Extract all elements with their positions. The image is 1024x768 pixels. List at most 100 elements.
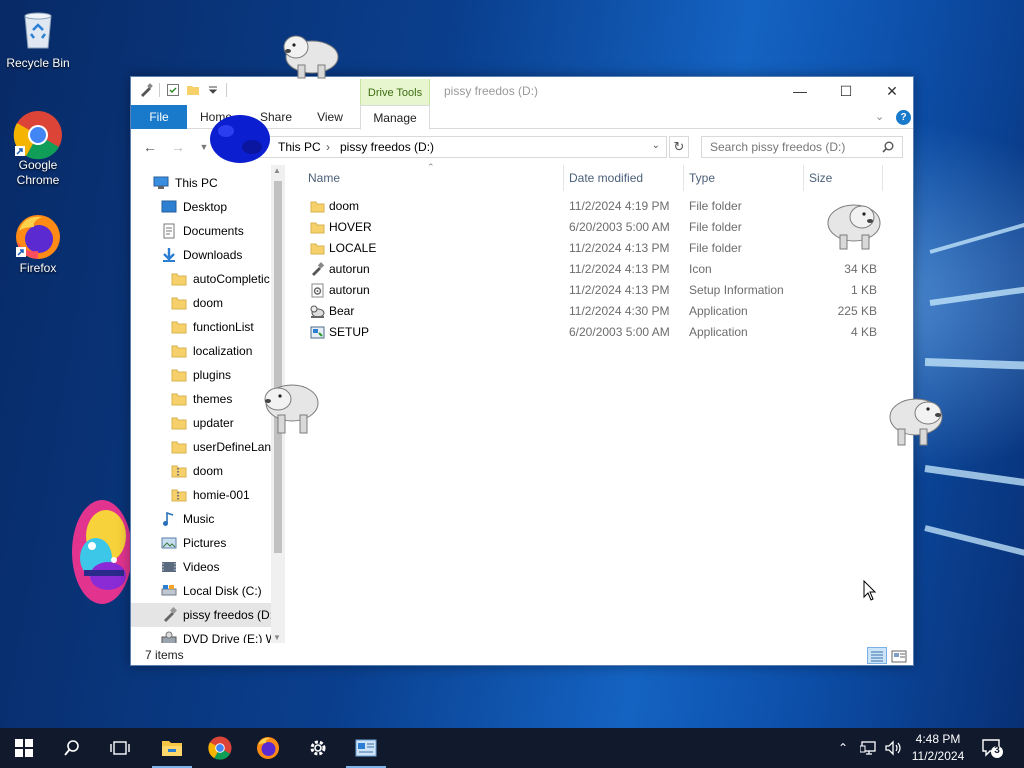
sidebar-item-folder[interactable]: functionList	[171, 315, 254, 339]
tab-file[interactable]: File	[131, 105, 187, 129]
column-header-name[interactable]: Name	[308, 165, 340, 191]
light-beam	[924, 525, 1024, 560]
scrollbar-thumb[interactable]	[274, 181, 282, 553]
table-row[interactable]: LOCALE 11/2/2024 4:13 PM File folder	[307, 238, 887, 259]
firefox-icon	[257, 737, 279, 759]
help-icon[interactable]: ?	[896, 110, 911, 125]
taskbar-chrome[interactable]	[196, 728, 244, 768]
column-header-size[interactable]: Size	[809, 165, 832, 191]
taskbar-settings[interactable]	[294, 728, 342, 768]
scroll-down-icon[interactable]: ▼	[273, 633, 281, 642]
breadcrumb-separator[interactable]: ›	[326, 140, 330, 154]
folder-icon	[171, 321, 187, 334]
table-row[interactable]: Bear 11/2/2024 4:30 PM Application 225 K…	[307, 301, 887, 322]
breadcrumb-drive[interactable]: pissy freedos (D:)	[340, 140, 434, 154]
search-input[interactable]: Search pissy freedos (D:)	[701, 136, 903, 158]
sidebar-item-dvd-drive[interactable]: DVD Drive (E:) W	[161, 627, 277, 643]
sidebar-item-downloads[interactable]: Downloads	[161, 243, 242, 267]
title-bar[interactable]: Drive Tools pissy freedos (D:) — ☐ ✕	[131, 77, 915, 107]
large-icons-view-icon[interactable]	[891, 648, 907, 663]
search-icon	[64, 740, 79, 756]
maximize-button[interactable]: ☐	[823, 77, 869, 105]
volume-icon[interactable]	[884, 728, 902, 768]
column-header-type[interactable]: Type	[689, 165, 715, 191]
setup-app-icon	[310, 326, 325, 339]
file-type: File folder	[689, 199, 742, 213]
taskbar-file-explorer[interactable]	[148, 728, 196, 768]
folder-icon	[171, 441, 187, 454]
refresh-button[interactable]: ↻	[669, 136, 689, 158]
usb-drive-icon[interactable]	[139, 83, 153, 97]
desktop-icon-firefox[interactable]: Firefox	[0, 213, 76, 276]
sidebar-item-zip[interactable]: doom	[171, 459, 223, 483]
sidebar-item-folder[interactable]: localization	[171, 339, 252, 363]
sidebar-item-music[interactable]: Music	[161, 507, 214, 531]
close-button[interactable]: ✕	[869, 77, 915, 105]
search-button[interactable]	[48, 728, 96, 768]
scroll-up-icon[interactable]: ▲	[273, 166, 281, 175]
column-header-date[interactable]: Date modified	[569, 165, 643, 191]
tab-view[interactable]: View	[307, 105, 353, 129]
sidebar-item-usb-drive[interactable]: pissy freedos (D:	[131, 603, 285, 627]
taskbar-firefox[interactable]	[244, 728, 292, 768]
file-explorer-icon	[162, 741, 182, 756]
file-date: 11/2/2024 4:13 PM	[569, 241, 670, 255]
taskbar-clock[interactable]: 4:48 PM 11/2/2024	[906, 731, 970, 765]
file-name: doom	[329, 199, 360, 213]
address-bar[interactable]: This PC › pissy freedos (D:) ⌄	[237, 136, 667, 158]
sidebar-item-desktop[interactable]: Desktop	[161, 195, 227, 219]
sidebar-item-folder[interactable]: themes	[171, 387, 232, 411]
details-view-icon[interactable]	[867, 647, 887, 664]
file-size: 4 KB	[850, 325, 877, 339]
sidebar-item-folder[interactable]: doom	[171, 291, 223, 315]
pictures-icon	[161, 537, 177, 549]
tab-manage[interactable]: Manage	[360, 105, 430, 130]
sidebar-item-folder[interactable]: plugins	[171, 363, 231, 387]
table-row[interactable]: SETUP 6/20/2003 5:00 AM Application 4 KB	[307, 322, 887, 343]
table-row[interactable]: autorun 11/2/2024 4:13 PM Setup Informat…	[307, 280, 887, 301]
column-divider[interactable]	[803, 165, 804, 191]
task-view-button[interactable]	[96, 728, 144, 768]
notification-badge: 3	[994, 745, 1000, 756]
blue-blob-sprite	[208, 111, 272, 170]
breadcrumb-this-pc[interactable]: This PC	[278, 140, 321, 154]
forward-button[interactable]: →	[167, 137, 189, 157]
expand-ribbon-icon[interactable]: ⌄	[875, 110, 884, 123]
search-icon[interactable]	[882, 141, 894, 153]
column-divider[interactable]	[882, 165, 883, 191]
desktop-icon-recycle-bin[interactable]: Recycle Bin	[0, 8, 76, 71]
back-button[interactable]: ←	[139, 137, 161, 157]
folder-icon	[171, 345, 187, 358]
table-row[interactable]: autorun 11/2/2024 4:13 PM Icon 34 KB	[307, 259, 887, 280]
sidebar-item-zip[interactable]: homie-001	[171, 483, 250, 507]
taskbar-setup-app[interactable]	[342, 728, 390, 768]
chevron-down-icon[interactable]: ⌄	[652, 140, 660, 151]
minimize-button[interactable]: —	[777, 77, 823, 105]
start-button[interactable]	[0, 728, 48, 768]
file-size: 34 KB	[844, 262, 877, 276]
light-beam	[924, 358, 1024, 371]
sidebar-item-pictures[interactable]: Pictures	[161, 531, 226, 555]
clock-time: 4:48 PM	[915, 732, 961, 746]
desktop-icon-chrome[interactable]: Google Chrome	[0, 110, 76, 188]
sidebar-item-local-disk[interactable]: Local Disk (C:)	[161, 579, 262, 603]
sidebar-item-this-pc[interactable]: This PC	[153, 171, 218, 195]
properties-icon[interactable]	[166, 83, 180, 97]
column-divider[interactable]	[563, 165, 564, 191]
sidebar-item-folder[interactable]: autoCompletic	[171, 267, 270, 291]
file-name: HOVER	[329, 220, 372, 234]
table-row[interactable]: HOVER 6/20/2003 5:00 AM File folder	[307, 217, 887, 238]
sidebar-item-documents[interactable]: Documents	[161, 219, 244, 243]
sidebar-item-folder[interactable]: updater	[171, 411, 234, 435]
show-hidden-icons-button[interactable]: ⌃	[838, 728, 848, 768]
sidebar-item-videos[interactable]: Videos	[161, 555, 219, 579]
new-folder-icon[interactable]	[186, 83, 200, 97]
zip-folder-icon	[171, 489, 187, 502]
customize-toolbar-icon[interactable]	[206, 83, 220, 97]
action-center-button[interactable]: 3	[980, 736, 1004, 760]
column-divider[interactable]	[683, 165, 684, 191]
task-view-icon	[110, 741, 130, 755]
sidebar-item-label: plugins	[193, 368, 232, 382]
table-row[interactable]: doom 11/2/2024 4:19 PM File folder	[307, 196, 887, 217]
network-icon[interactable]	[860, 728, 878, 768]
